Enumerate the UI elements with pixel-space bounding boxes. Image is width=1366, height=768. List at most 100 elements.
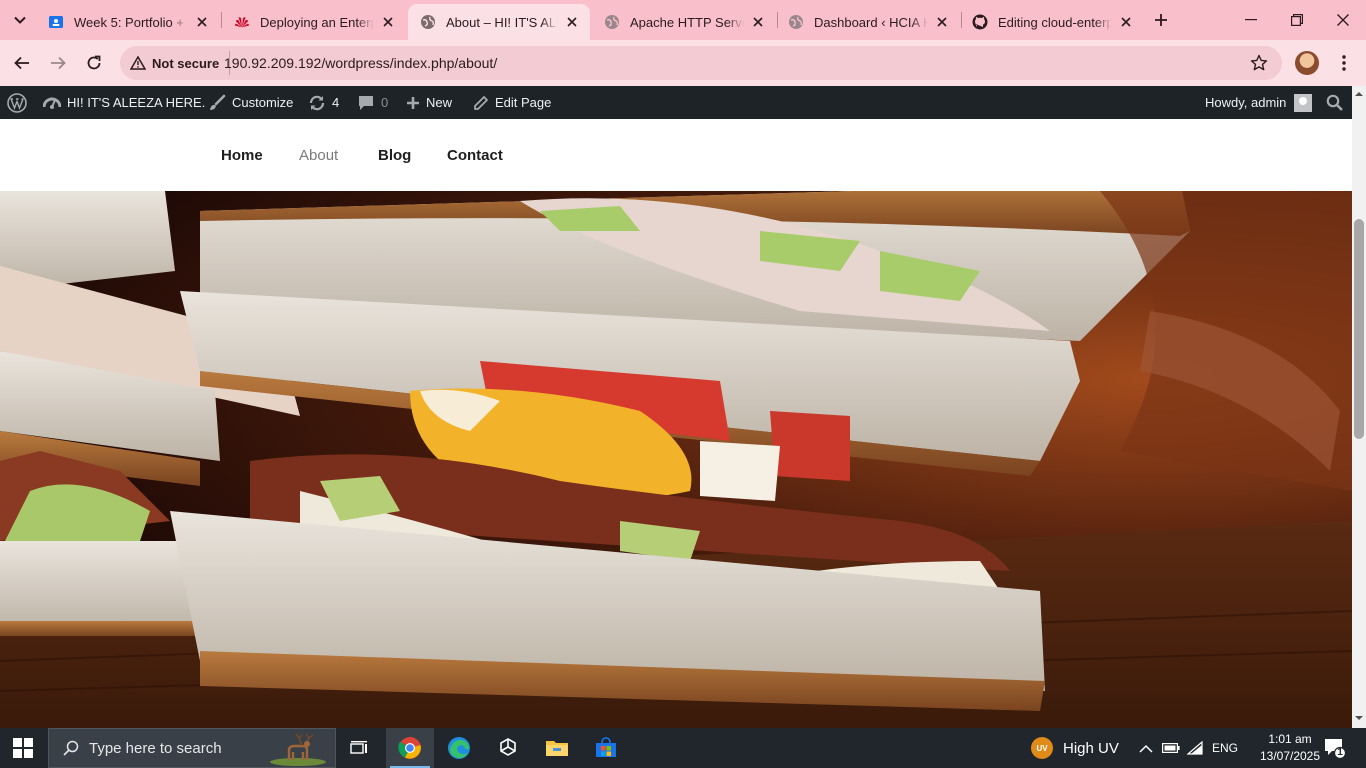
reload-button[interactable]	[80, 49, 108, 77]
google-classroom-icon	[48, 14, 64, 30]
edge-taskbar-button[interactable]	[435, 728, 483, 768]
updates-count: 4	[332, 95, 340, 110]
close-window-button[interactable]	[1320, 0, 1366, 40]
notification-center-button[interactable]: 1	[1324, 737, 1347, 760]
comment-bubble-icon	[359, 95, 373, 110]
customize-link[interactable]: Customize	[208, 86, 293, 119]
back-button[interactable]	[8, 49, 36, 77]
openai-icon	[500, 738, 516, 756]
restore-icon	[1291, 14, 1303, 26]
language-label: ENG	[1212, 741, 1239, 755]
tab-title: Dashboard ‹ HCIA HE	[814, 14, 928, 30]
file-explorer-taskbar-button[interactable]	[533, 728, 581, 768]
nav-blog[interactable]: Blog	[378, 147, 411, 164]
page-scrollbar[interactable]	[1352, 86, 1366, 728]
browser-toolbar: Not secure 190.92.209.192/wordpress/inde…	[0, 40, 1366, 86]
browser-tab[interactable]: Deploying an Enterpr	[222, 4, 406, 40]
address-bar[interactable]: Not secure 190.92.209.192/wordpress/inde…	[120, 46, 1282, 80]
more-vertical-icon	[1342, 55, 1346, 71]
chevron-up-icon	[1139, 744, 1153, 753]
paintbrush-icon	[210, 94, 226, 110]
site-header: Home About Blog Contact	[0, 119, 1352, 191]
store-taskbar-button[interactable]	[582, 728, 630, 768]
close-icon[interactable]	[750, 14, 766, 30]
bookmark-star-icon[interactable]	[1250, 54, 1268, 77]
uv-index-badge: UV	[1031, 737, 1053, 759]
profile-avatar[interactable]	[1295, 51, 1319, 75]
task-view-button[interactable]	[336, 728, 384, 768]
wordpress-logo-button[interactable]	[7, 86, 33, 119]
updates-refresh-icon	[309, 95, 325, 110]
wp-admin-bar: HI! IT'S ALEEZA HERE. Customize 4 0 New …	[0, 86, 1352, 119]
tab-title: Apache HTTP Server	[630, 14, 744, 30]
howdy-label: Howdy, admin	[1205, 95, 1287, 110]
forward-button[interactable]	[44, 49, 72, 77]
search-icon	[1326, 94, 1343, 111]
browser-tab[interactable]: Editing cloud-enterp	[960, 4, 1144, 40]
github-icon	[972, 14, 988, 30]
browser-tab-active[interactable]: About – HI! IT'S ALEEZ	[408, 4, 590, 40]
chevron-down-icon	[14, 16, 26, 24]
browser-tab[interactable]: Week 5: Portfolio + M	[36, 4, 220, 40]
clock-date: 13/07/2025	[1259, 749, 1321, 763]
taskbar-search-box[interactable]: Type here to search	[48, 728, 336, 768]
windows-taskbar: Type here to search UV High UV ENG 1:01 …	[0, 728, 1366, 768]
huawei-icon	[234, 14, 250, 30]
close-icon[interactable]	[380, 14, 396, 30]
globe-icon	[420, 14, 436, 30]
battery-button[interactable]	[1162, 728, 1180, 768]
system-clock[interactable]: 1:01 am 13/07/2025	[1255, 731, 1325, 765]
folder-icon	[546, 741, 568, 756]
close-icon[interactable]	[564, 14, 580, 30]
close-icon[interactable]	[194, 14, 210, 30]
tab-search-button[interactable]	[7, 8, 33, 32]
nav-about[interactable]: About	[299, 147, 338, 164]
edit-page-link[interactable]: Edit Page	[473, 86, 551, 119]
dashboard-gauge-icon	[43, 97, 61, 109]
chrome-icon	[398, 737, 421, 759]
notification-count: 1	[1337, 747, 1343, 758]
close-icon[interactable]	[1118, 14, 1134, 30]
edge-icon	[448, 737, 470, 759]
windows-start-button[interactable]	[13, 738, 33, 758]
scrollbar-thumb[interactable]	[1354, 219, 1364, 439]
new-tab-button[interactable]	[1150, 9, 1172, 31]
admin-search-button[interactable]	[1326, 86, 1349, 119]
weather-widget[interactable]: UV High UV	[1031, 737, 1119, 759]
search-icon	[63, 740, 79, 756]
user-avatar	[1294, 93, 1313, 112]
windows-logo-pane	[24, 738, 33, 747]
browser-tab[interactable]: Apache HTTP Server	[592, 4, 776, 40]
updates-link[interactable]: 4	[308, 86, 339, 119]
restore-button[interactable]	[1274, 0, 1320, 40]
comments-link[interactable]: 0	[357, 86, 388, 119]
new-label: New	[426, 95, 453, 110]
new-content-link[interactable]: New	[406, 86, 452, 119]
comments-count: 0	[381, 95, 389, 110]
close-icon[interactable]	[934, 14, 950, 30]
network-button[interactable]	[1187, 728, 1203, 768]
task-view-icon	[350, 741, 367, 754]
url-text[interactable]: 190.92.209.192/wordpress/index.php/about…	[224, 55, 497, 71]
tab-title: Editing cloud-enterp	[998, 14, 1112, 30]
language-indicator[interactable]: ENG	[1212, 728, 1238, 768]
search-highlight-deer-icon	[270, 733, 326, 766]
my-account-link[interactable]: Howdy, admin	[1205, 86, 1313, 119]
security-chip[interactable]: Not secure	[128, 51, 231, 75]
search-placeholder: Type here to search	[89, 739, 222, 757]
scroll-down-arrow-icon[interactable]	[1355, 714, 1363, 722]
site-name-link[interactable]: HI! IT'S ALEEZA HERE.	[43, 86, 205, 119]
security-label: Not secure	[152, 55, 220, 71]
browser-menu-button[interactable]	[1334, 52, 1354, 74]
nav-contact[interactable]: Contact	[447, 147, 503, 164]
site-name-label: HI! IT'S ALEEZA HERE.	[67, 95, 206, 110]
plus-icon	[407, 96, 419, 109]
nav-home[interactable]: Home	[221, 147, 263, 164]
minimize-button[interactable]	[1228, 0, 1274, 40]
chatgpt-taskbar-button[interactable]	[484, 728, 532, 768]
scroll-up-arrow-icon[interactable]	[1355, 90, 1363, 98]
chrome-taskbar-button[interactable]	[386, 728, 434, 768]
browser-tab[interactable]: Dashboard ‹ HCIA HE	[776, 4, 960, 40]
show-hidden-icons-button[interactable]	[1139, 728, 1153, 768]
customize-label: Customize	[232, 95, 294, 110]
